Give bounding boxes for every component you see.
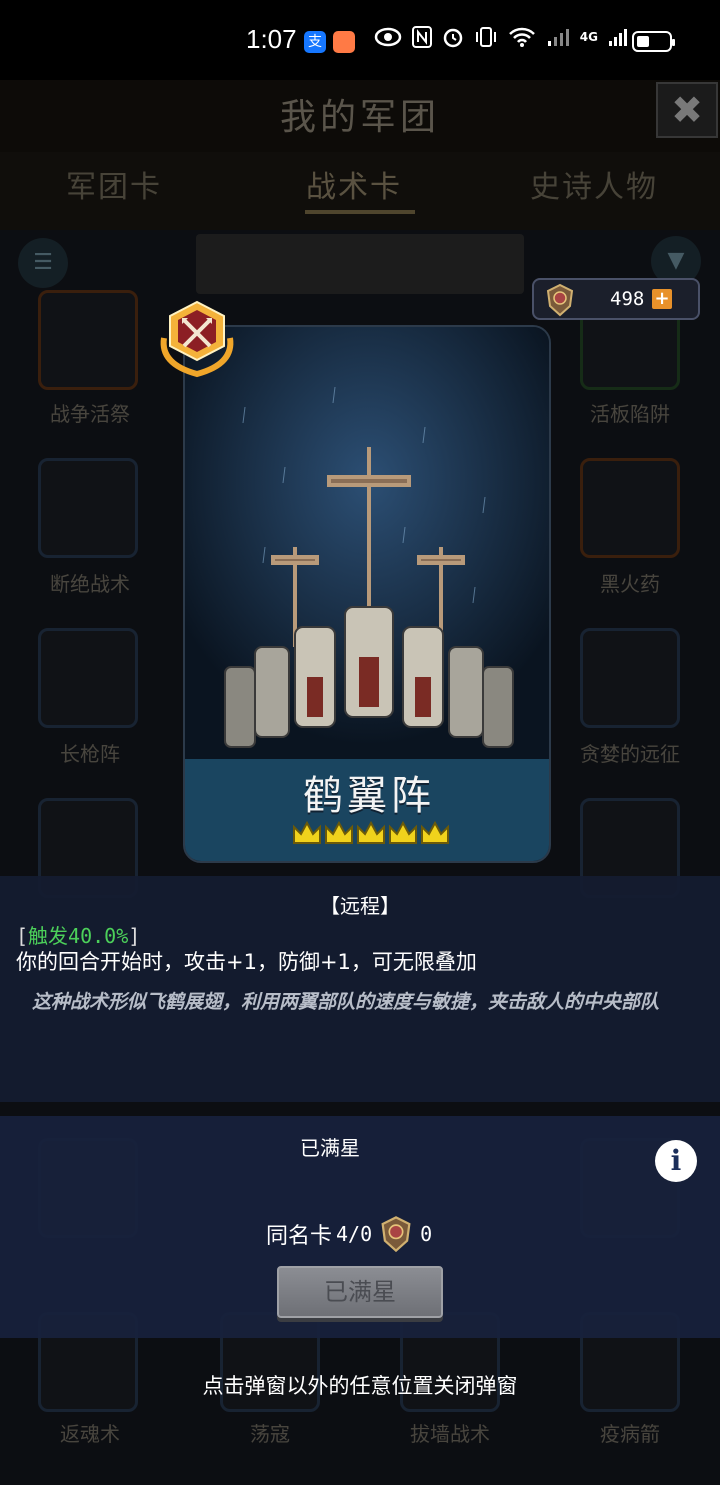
duplicate-card-label: 同名卡	[266, 1224, 333, 1249]
battery-icon	[632, 31, 675, 52]
card-effect-text: 你的回合开始时，攻击+1，防御+1，可无限叠加	[16, 950, 477, 974]
alarm-icon	[443, 28, 463, 48]
status-bar: 1:07 支 4G	[0, 0, 720, 80]
add-currency-button[interactable]: +	[652, 289, 672, 309]
status-icons: 4G	[374, 26, 628, 48]
close-popup-hint: 点击弹窗以外的任意位置关闭弹窗	[202, 1374, 518, 1398]
status-time: 1:07	[246, 24, 297, 54]
signal-icon	[547, 29, 569, 46]
wifi-icon	[508, 27, 535, 47]
trigger-chance-value: 触发40.0%	[28, 924, 129, 948]
currency-display: 498 +	[532, 278, 700, 320]
currency-value: 498	[610, 288, 645, 310]
card-type-label: 【远程】	[320, 894, 400, 918]
duplicate-card-row: 同名卡 4/0 0	[266, 1214, 432, 1254]
trigger-close-bracket: ]	[128, 924, 141, 948]
crown-icon	[421, 820, 449, 844]
card-name: 鹤翼阵	[303, 773, 435, 819]
crest-token-icon	[381, 1216, 411, 1253]
upgrade-button[interactable]: 已满星	[277, 1266, 443, 1318]
card-artwork	[185, 327, 549, 767]
crown-icon	[389, 820, 417, 844]
signal-icon-2	[609, 29, 627, 46]
token-count: 0	[420, 1222, 433, 1246]
trigger-chance: [触发40.0%]	[16, 920, 140, 949]
network-type: 4G	[579, 30, 598, 44]
tactic-card: 鹤翼阵	[183, 325, 551, 863]
crown-icon	[357, 820, 385, 844]
star-status-label: 已满星	[300, 1136, 360, 1160]
crest-token-icon	[546, 283, 574, 317]
trigger-open-bracket: [	[16, 924, 29, 948]
alipay-icon: 支	[304, 31, 326, 53]
crown-icon	[325, 820, 353, 844]
eye-icon	[374, 27, 402, 47]
crown-icon	[293, 820, 321, 844]
nfc-icon	[411, 26, 432, 48]
ranged-class-badge-icon	[160, 300, 234, 378]
duplicate-card-count: 4/0	[336, 1222, 373, 1246]
card-flavor-text: 这种战术形似飞鹤展翅，利用两翼部队的速度与敏捷，夹击敌人的中央部队	[32, 991, 660, 1013]
vibrate-icon	[475, 27, 496, 47]
star-rating	[291, 819, 451, 847]
info-icon[interactable]: i	[655, 1140, 697, 1182]
health-app-icon	[333, 31, 355, 53]
